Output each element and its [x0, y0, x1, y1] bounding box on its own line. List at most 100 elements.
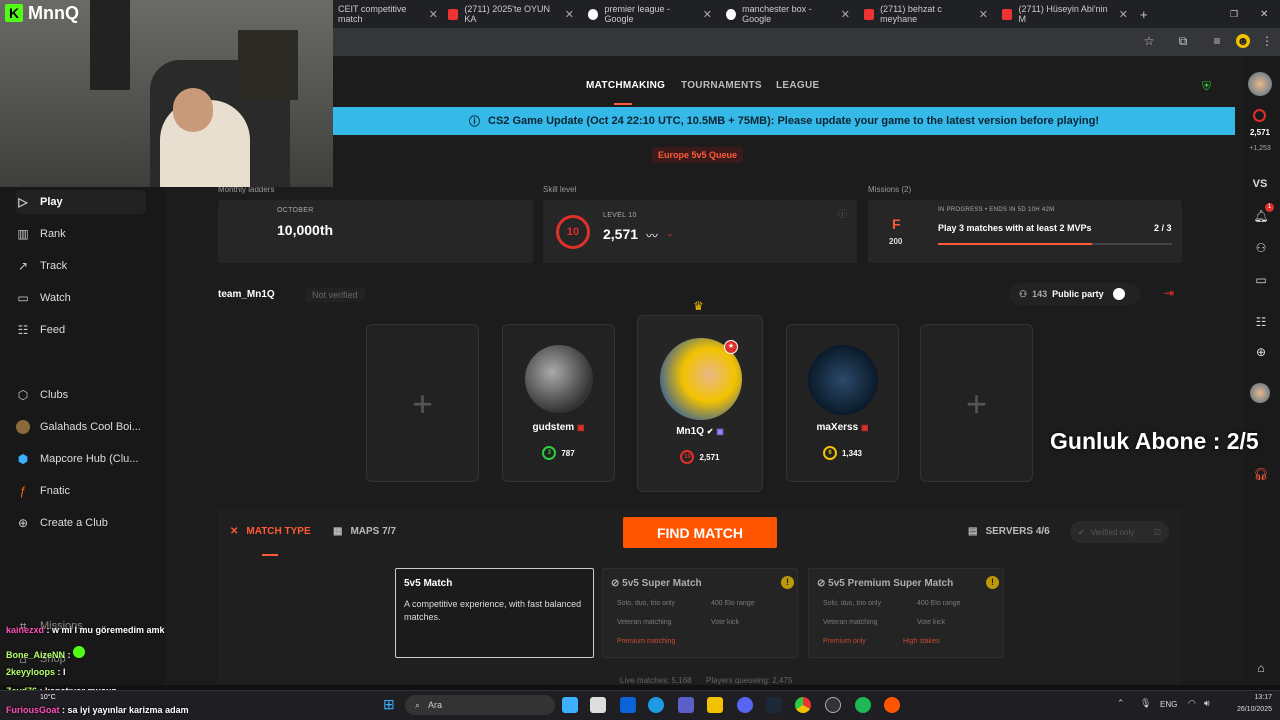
team-name[interactable]: team_Mn1Q [218, 289, 275, 300]
star-icon[interactable]: ☆ [1142, 34, 1156, 48]
check-circle-icon: ✔ [1078, 527, 1085, 537]
chat-icon[interactable]: ▭ [1253, 272, 1269, 288]
browser-tab[interactable]: manchester box - Google ✕ [726, 4, 850, 24]
browser-tab[interactable]: (2711) 2025'te OYUN KA ✕ [448, 4, 574, 24]
mode-feature: 400 Elo range [711, 600, 755, 607]
store-icon[interactable]: ⌂ [1253, 660, 1269, 676]
sidebar-item-label: Create a Club [40, 517, 108, 529]
close-icon[interactable]: ✕ [703, 8, 712, 21]
restore-icon[interactable]: ❐ [1230, 4, 1238, 24]
player-slot[interactable]: gudstem ▣ 3 787 [502, 324, 615, 482]
media-icon[interactable]: ≡ [1210, 34, 1224, 48]
browser-tab[interactable]: CEIT competitive match ✕ [338, 4, 438, 24]
level-badge: 10 [680, 450, 695, 464]
servers-tab[interactable]: ▤ SERVERS 4/6 [968, 526, 1050, 537]
outlook-icon[interactable] [620, 697, 636, 713]
close-icon[interactable]: ✕ [841, 8, 850, 21]
windows-start-icon[interactable]: ⊞ [383, 697, 398, 712]
close-icon[interactable]: ✕ [565, 8, 574, 21]
mode-card-super[interactable]: ⊘ 5v5 Super Match ! Solo, duo, trio only… [602, 568, 798, 658]
mode-feature: Veteran matching [823, 619, 878, 626]
find-match-button[interactable]: FIND MATCH [623, 517, 777, 548]
info-icon[interactable]: ⓘ [838, 207, 847, 220]
wifi-icon[interactable]: ◠ [1188, 698, 1196, 709]
chrome-icon[interactable] [795, 697, 811, 713]
empty-slot[interactable]: + [920, 324, 1033, 482]
steam-icon[interactable] [766, 697, 782, 713]
weather-temp[interactable]: 10°C [40, 694, 56, 701]
sidebar-item-play[interactable]: ▷ Play [16, 190, 146, 214]
profile-icon[interactable]: ☻ [1236, 34, 1250, 48]
extensions-icon[interactable]: ⧉ [1176, 34, 1190, 48]
close-icon[interactable]: ✕ [979, 8, 988, 21]
sidebar-item-club[interactable]: ƒ Fnatic [16, 479, 146, 503]
close-icon[interactable]: ✕ [1119, 8, 1128, 21]
sidebar-item-clubs[interactable]: ⬡ Clubs [16, 383, 146, 407]
verified-icon: ✔ [706, 427, 714, 436]
spotify-icon[interactable] [855, 697, 871, 713]
youtube-icon [864, 8, 875, 20]
language-indicator[interactable]: ENG [1160, 700, 1177, 709]
browser-tab[interactable]: (2711) Hüseyin Abi'nin M ✕ [1002, 4, 1128, 24]
sidebar-item-track[interactable]: ↗ Track [16, 254, 146, 278]
verified-only-toggle[interactable]: ✔ Verified only ☑ [1070, 521, 1169, 543]
sidebar-item-club[interactable]: Galahads Cool Boi... [16, 415, 164, 439]
shield-icon[interactable]: ⛨ [1202, 79, 1214, 93]
match-type-tab[interactable]: ✕ MATCH TYPE [230, 526, 311, 537]
discord-icon[interactable] [737, 697, 753, 713]
copilot-icon[interactable] [562, 697, 578, 713]
friends-icon[interactable]: ⚇ [1253, 240, 1269, 256]
browser-tab[interactable]: (2711) behzat c meyhane ✕ [864, 4, 988, 24]
edge-icon[interactable] [648, 697, 664, 713]
obs-icon[interactable] [825, 697, 841, 713]
level-badge: 3 [542, 446, 557, 460]
tab-tournaments[interactable]: TOURNAMENTS [681, 80, 762, 91]
avatar[interactable] [1248, 72, 1272, 96]
taskbar-search[interactable]: ⌕ Ara [405, 695, 555, 715]
notification-count: 1 [1265, 203, 1274, 212]
maps-tab[interactable]: ▦ MAPS 7/7 [333, 526, 396, 537]
volume-icon[interactable]: 🔊︎ [1204, 698, 1210, 709]
player-slot[interactable]: maXerss ▣ 6 1,343 [786, 324, 899, 482]
empty-slot[interactable]: + [366, 324, 479, 482]
friend-avatar[interactable] [1250, 383, 1270, 403]
missions-card[interactable]: F 200 IN PROGRESS • ENDS IN 5D 10H 42M P… [868, 200, 1182, 263]
headset-icon[interactable]: 🎧︎ [1253, 466, 1269, 482]
sidebar-item-club[interactable]: ⬢ Mapcore Hub (Clu... [16, 447, 164, 471]
mode-card-5v5[interactable]: 5v5 Match A competitive experience, with… [395, 568, 594, 658]
chat-message: w mi l mu göremedim amk [52, 625, 165, 635]
sidebar-item-label: Play [40, 196, 63, 208]
close-icon[interactable]: ✕ [429, 8, 438, 21]
close-window-icon[interactable]: ✕ [1260, 4, 1268, 24]
teams-icon[interactable] [678, 697, 694, 713]
ladders-card[interactable]: OCTOBER 10,000th [218, 200, 533, 263]
menu-icon[interactable]: ⋮ [1260, 34, 1274, 48]
party-toggle[interactable]: ⚇ 143 Public party [1009, 283, 1141, 305]
party-list-icon[interactable]: ☷ [1253, 314, 1269, 330]
tab-matchmaking[interactable]: MATCHMAKING [586, 80, 665, 91]
mission-progress-track [938, 243, 1172, 245]
sidebar-item-label: Watch [40, 292, 71, 304]
clock-date[interactable]: 26/10/2025 [1226, 706, 1272, 713]
chevron-up-icon[interactable]: ⌃ [1117, 698, 1125, 709]
faceit-icon[interactable] [884, 697, 900, 713]
sidebar-item-watch[interactable]: ▭ Watch [16, 286, 146, 310]
chevron-down-icon[interactable]: ⌄ [666, 228, 674, 239]
browser-tab[interactable]: premier league - Google ✕ [588, 4, 712, 24]
poster-shape [90, 0, 130, 90]
player-slot[interactable]: ★ Mn1Q ✔ ▣ 10 2,571 [637, 315, 763, 492]
folder-icon[interactable] [707, 697, 723, 713]
sidebar-item-rank[interactable]: ▥ Rank [16, 222, 146, 246]
leave-party-icon[interactable]: ⇥ [1164, 286, 1174, 300]
clock-time[interactable]: 13:17 [1226, 694, 1272, 701]
vs-button[interactable]: VS [1245, 178, 1275, 190]
create-club-button[interactable]: ⊕ Create a Club [16, 511, 146, 535]
mode-card-premium[interactable]: ⊘ 5v5 Premium Super Match ! Solo, duo, t… [808, 568, 1004, 658]
microphone-icon[interactable]: 🎙︎ [1140, 698, 1151, 709]
file-explorer-icon[interactable] [590, 697, 606, 713]
skill-card[interactable]: 10 LEVEL 10 2,571 〰 ⌄ ⓘ [543, 200, 857, 263]
tab-league[interactable]: LEAGUE [776, 80, 819, 91]
sidebar-item-feed[interactable]: ☷ Feed [16, 318, 146, 342]
add-icon[interactable]: ⊕ [1253, 344, 1269, 360]
new-tab-button[interactable]: + [1140, 4, 1154, 24]
